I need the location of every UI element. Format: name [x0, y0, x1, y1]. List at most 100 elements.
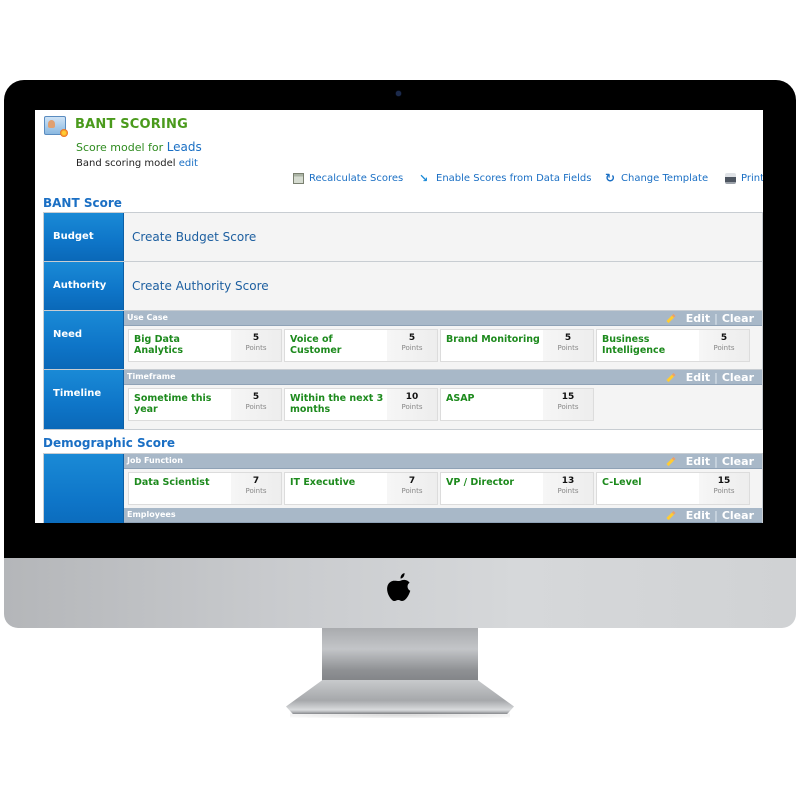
separator: | [714, 371, 718, 384]
score-card-name: Big Data Analytics [134, 334, 184, 356]
demographic-score-table: Job Function Edit | Clear Data Scientist… [43, 453, 763, 523]
points-unit: Points [557, 403, 579, 411]
need-label: Need [44, 311, 124, 369]
timeframe-cards: Sometime this year 5 Points Within the n… [124, 385, 762, 424]
employees-clear-button[interactable]: Clear [722, 508, 754, 523]
score-card-c-level[interactable]: C-Level 15 Points [596, 472, 750, 505]
budget-body: Create Budget Score [124, 213, 762, 261]
employees-group-header: Employees Edit | Clear [124, 508, 762, 523]
score-card-name: Business Intelligence [602, 334, 666, 356]
points-value: 10 [405, 392, 419, 402]
timeframe-group-header: Timeframe Edit | Clear [124, 370, 762, 385]
band-model-prefix: Band scoring model [76, 158, 176, 169]
points-value: 7 [408, 476, 416, 486]
points-unit: Points [401, 344, 423, 352]
pencil-icon [666, 510, 676, 521]
camera-icon [396, 91, 401, 96]
use-case-group-title: Use Case [127, 313, 168, 322]
job-function-actions: Edit | Clear [666, 454, 754, 469]
change-template-button[interactable]: ↻ Change Template [605, 171, 708, 185]
calculator-icon [293, 173, 304, 184]
points-unit: Points [401, 487, 423, 495]
score-card-voice-of-customer[interactable]: Voice of Customer 5 Points [284, 329, 438, 362]
demographic-body: Job Function Edit | Clear Data Scientist… [124, 454, 762, 523]
employees-group-title: Employees [127, 510, 176, 519]
points-value: 5 [564, 333, 572, 343]
print-button[interactable]: Print [725, 173, 763, 184]
score-card-points: 15 Points [699, 473, 749, 504]
job-function-edit-button[interactable]: Edit [686, 454, 710, 469]
employees-actions: Edit | Clear [666, 508, 754, 523]
create-budget-score-link[interactable]: Create Budget Score [132, 230, 256, 244]
score-card-points: 5 Points [231, 330, 281, 361]
band-model-edit-link[interactable]: edit [179, 158, 198, 169]
timeframe-actions: Edit | Clear [666, 370, 754, 385]
score-card-sometime-this-year[interactable]: Sometime this year 5 Points [128, 388, 282, 421]
screen: BANT SCORING Score model for Leads Band … [35, 110, 763, 523]
points-unit: Points [713, 487, 735, 495]
authority-label: Authority [44, 262, 124, 310]
pencil-icon [666, 372, 676, 383]
job-function-cards: Data Scientist 7 Points IT Executive 7 P… [124, 469, 762, 508]
score-card-asap[interactable]: ASAP 15 Points [440, 388, 594, 421]
score-card-within-3-months[interactable]: Within the next 3 months 10 Points [284, 388, 438, 421]
band-model-line: Band scoring model edit [76, 158, 198, 169]
score-card-points: 13 Points [543, 473, 593, 504]
points-unit: Points [401, 403, 423, 411]
demographic-score-heading: Demographic Score [43, 436, 176, 450]
score-card-points: 7 Points [231, 473, 281, 504]
points-value: 5 [252, 392, 260, 402]
score-card-name: Within the next 3 months [290, 393, 384, 415]
pencil-icon [666, 313, 676, 324]
monitor-stand-neck [322, 628, 478, 688]
timeframe-edit-button[interactable]: Edit [686, 370, 710, 385]
score-card-name: Brand Monitoring [446, 334, 540, 345]
use-case-edit-button[interactable]: Edit [686, 311, 710, 326]
monitor-stand-base [286, 680, 514, 714]
score-card-it-executive[interactable]: IT Executive 7 Points [284, 472, 438, 505]
separator: | [714, 455, 718, 468]
demographic-row: Job Function Edit | Clear Data Scientist… [44, 454, 762, 523]
points-unit: Points [557, 344, 579, 352]
score-card-business-intelligence[interactable]: Business Intelligence 5 Points [596, 329, 750, 362]
authority-body: Create Authority Score [124, 262, 762, 310]
use-case-cards: Big Data Analytics 5 Points Voice of Cus… [124, 326, 762, 365]
enable-scores-label: Enable Scores from Data Fields [436, 173, 592, 184]
score-card-name: Data Scientist [134, 477, 210, 488]
separator: | [714, 509, 718, 522]
enable-scores-button[interactable]: ↘ Enable Scores from Data Fields [419, 173, 591, 184]
use-case-actions: Edit | Clear [666, 311, 754, 326]
job-function-clear-button[interactable]: Clear [722, 454, 754, 469]
apple-logo-icon [387, 573, 411, 601]
recalculate-scores-button[interactable]: Recalculate Scores [293, 173, 403, 184]
score-card-brand-monitoring[interactable]: Brand Monitoring 5 Points [440, 329, 594, 362]
job-function-group-title: Job Function [127, 456, 183, 465]
score-card-data-scientist[interactable]: Data Scientist 7 Points [128, 472, 282, 505]
score-card-name: Sometime this year [134, 393, 212, 415]
refresh-icon: ↻ [605, 171, 616, 185]
app-header: BANT SCORING Score model for Leads Band … [35, 110, 763, 180]
recalculate-scores-label: Recalculate Scores [309, 173, 404, 184]
points-value: 13 [561, 476, 575, 486]
points-value: 15 [561, 392, 575, 402]
import-arrow-icon: ↘ [419, 172, 429, 185]
score-card-name: Voice of Customer [290, 334, 342, 356]
create-authority-score-link[interactable]: Create Authority Score [132, 279, 269, 293]
score-model-prefix: Score model for [76, 141, 164, 154]
use-case-clear-button[interactable]: Clear [722, 311, 754, 326]
leads-link[interactable]: Leads [167, 140, 202, 154]
score-card-points: 15 Points [543, 389, 593, 420]
pencil-icon [666, 456, 676, 467]
score-card-vp-director[interactable]: VP / Director 13 Points [440, 472, 594, 505]
timeframe-group-title: Timeframe [127, 372, 176, 381]
score-model-line: Score model for Leads [76, 140, 202, 154]
employees-edit-button[interactable]: Edit [686, 508, 710, 523]
points-unit: Points [245, 344, 267, 352]
job-function-group-header: Job Function Edit | Clear [124, 454, 762, 469]
score-card-big-data-analytics[interactable]: Big Data Analytics 5 Points [128, 329, 282, 362]
timeline-label: Timeline [44, 370, 124, 429]
points-unit: Points [713, 344, 735, 352]
budget-label: Budget [44, 213, 124, 261]
print-label: Print [741, 173, 763, 184]
timeframe-clear-button[interactable]: Clear [722, 370, 754, 385]
